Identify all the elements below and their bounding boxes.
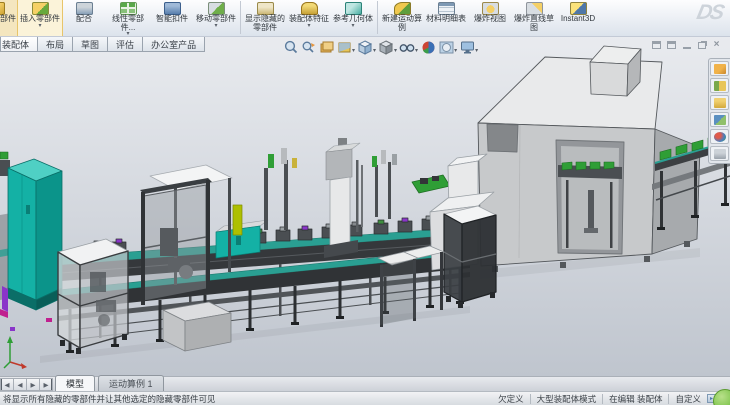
- status-separator: [602, 394, 603, 404]
- appearances-scenes-tab[interactable]: [710, 129, 729, 144]
- dropdown-caret-icon[interactable]: ▾: [38, 24, 41, 29]
- previous-tab-button[interactable]: ◀: [13, 378, 27, 391]
- document-window-controls: ×: [651, 40, 722, 50]
- resources-icon: [714, 64, 726, 74]
- view-palette-icon: [714, 115, 726, 125]
- dropdown-caret-icon[interactable]: ▾: [214, 24, 217, 29]
- dropdown-caret-icon[interactable]: ▾: [352, 47, 355, 54]
- tab-assembly[interactable]: 装配体: [0, 37, 38, 52]
- custom-properties-icon: [714, 149, 726, 159]
- ribbon-button-insert-component[interactable]: 插入零部件 ▾: [18, 0, 62, 37]
- ribbon-button-instant3d[interactable]: Instant3D: [556, 0, 600, 37]
- tab-layout[interactable]: 布局: [37, 37, 73, 52]
- ribbon-separator: [240, 1, 241, 34]
- dropdown-caret-icon[interactable]: ▾: [307, 24, 310, 29]
- solidworks-resources-tab[interactable]: [710, 61, 729, 76]
- ribbon-button-assembly-features[interactable]: 装配体特征 ▾: [287, 0, 331, 37]
- minimize-icon[interactable]: [681, 40, 692, 50]
- teal-electrical-cabinet: [0, 159, 62, 318]
- edit-appearance-icon[interactable]: [419, 39, 437, 56]
- last-tab-button[interactable]: ▶: [39, 378, 53, 391]
- bottle-masts: [264, 148, 297, 230]
- solidworks-window: 编辑零部件 插入零部件 ▾ 配合 线性零部件... ▾ 智能扣件 移动零部件 ▾: [0, 0, 730, 405]
- dassault-systemes-logo: DS: [694, 1, 724, 25]
- ribbon-button-edit-component[interactable]: 编辑零部件: [0, 0, 18, 37]
- hide-show-items-icon[interactable]: [398, 39, 416, 56]
- ribbon-button-exploded-view[interactable]: 爆炸视图: [468, 0, 512, 37]
- dropdown-caret-icon[interactable]: ▾: [394, 47, 397, 54]
- status-large-assembly-mode: 大型装配体模式: [537, 393, 597, 405]
- ribbon-button-explode-line-sketch[interactable]: 爆炸直线草图: [512, 0, 556, 37]
- tab-motion-study-1[interactable]: 运动算例 1: [98, 375, 164, 391]
- graphics-viewport[interactable]: ▾ ▾ ▾ ▾ ▾ ▾ ×: [0, 36, 730, 376]
- rooftop-box: [590, 46, 641, 96]
- restore-down-icon[interactable]: [696, 40, 707, 50]
- dropdown-caret-icon[interactable]: ▾: [351, 24, 354, 29]
- ribbon-button-smart-fasteners[interactable]: 智能扣件: [150, 0, 194, 37]
- status-customize[interactable]: 自定义: [675, 393, 701, 405]
- display-style-icon[interactable]: [377, 39, 395, 56]
- heads-up-view-toolbar: ▾ ▾ ▾ ▾ ▾ ▾: [281, 38, 479, 56]
- previous-view-icon[interactable]: [317, 39, 335, 56]
- window-box-icon[interactable]: [651, 40, 662, 50]
- status-under-defined: 欠定义: [498, 393, 524, 405]
- task-pane: [708, 58, 730, 164]
- ribbon-button-bill-of-materials[interactable]: 材料明细表: [424, 0, 468, 37]
- zoom-to-area-icon[interactable]: [299, 39, 317, 56]
- model-tabs-bar: ◀ ◀ ▶ ▶ 模型 运动算例 1: [0, 376, 730, 391]
- tab-sketch[interactable]: 草图: [72, 37, 108, 52]
- ribbon-button-new-motion-study[interactable]: 新建运动算例: [380, 0, 424, 37]
- gray-floor-box: [163, 302, 231, 351]
- tab-office-products[interactable]: 办公室产品: [142, 37, 205, 52]
- status-separator: [530, 394, 531, 404]
- file-explorer-tab[interactable]: [710, 95, 729, 110]
- ribbon-button-reference-geometry[interactable]: 参考几何体 ▾: [331, 0, 375, 37]
- view-palette-tab[interactable]: [710, 112, 729, 127]
- design-library-icon: [714, 81, 726, 91]
- status-editing-assembly: 在编辑 装配体: [609, 393, 662, 405]
- status-separator: [668, 394, 669, 404]
- ribbon-button-show-hidden-components[interactable]: 显示隐藏的零部件: [243, 0, 287, 37]
- origin-triad: [4, 336, 27, 369]
- command-manager-ribbon: 编辑零部件 插入零部件 ▾ 配合 线性零部件... ▾ 智能扣件 移动零部件 ▾: [0, 0, 730, 37]
- dropdown-caret-icon[interactable]: ▾: [415, 47, 418, 54]
- close-icon[interactable]: ×: [711, 40, 722, 50]
- dropdown-caret-icon[interactable]: ▾: [454, 47, 457, 54]
- dropdown-caret-icon[interactable]: ▾: [475, 47, 478, 54]
- tab-model[interactable]: 模型: [55, 375, 95, 391]
- view-orientation-icon[interactable]: [356, 39, 374, 56]
- tab-evaluate[interactable]: 评估: [107, 37, 143, 52]
- status-bar: 将显示所有隐藏的零部件并让其他选定的隐藏零部件可见 欠定义 大型装配体模式 在编…: [0, 391, 730, 405]
- ribbon-separator: [377, 1, 378, 34]
- status-hint: 将显示所有隐藏的零部件并让其他选定的隐藏零部件可见: [3, 393, 216, 405]
- apply-scene-icon[interactable]: [437, 39, 455, 56]
- command-manager-tabstrip: 装配体 布局 草图 评估 办公室产品: [0, 37, 204, 52]
- window-box-icon[interactable]: [666, 40, 677, 50]
- dropdown-caret-icon[interactable]: ▾: [373, 47, 376, 54]
- white-top-dark-cabinet: [444, 206, 496, 308]
- custom-properties-tab[interactable]: [710, 146, 729, 161]
- assembly-3d-model[interactable]: [0, 46, 730, 369]
- white-framed-cabinet: [58, 239, 128, 354]
- ribbon-button-linear-pattern[interactable]: 线性零部件... ▾: [106, 0, 150, 37]
- view-settings-icon[interactable]: [458, 39, 476, 56]
- ribbon-button-mate[interactable]: 配合: [62, 0, 106, 37]
- ribbon-button-move-component[interactable]: 移动零部件 ▾: [194, 0, 238, 37]
- design-library-tab[interactable]: [710, 78, 729, 93]
- first-tab-button[interactable]: ◀: [0, 378, 14, 391]
- zoom-to-fit-icon[interactable]: [281, 39, 299, 56]
- section-view-icon[interactable]: [335, 39, 353, 56]
- assembly-3d-scene: [0, 36, 730, 376]
- appearances-icon: [714, 132, 726, 142]
- green-fixture: [412, 175, 450, 193]
- right-bottle-stack: [372, 150, 397, 219]
- next-tab-button[interactable]: ▶: [26, 378, 40, 391]
- file-explorer-icon: [714, 98, 726, 108]
- notification-bubble[interactable]: [713, 389, 730, 405]
